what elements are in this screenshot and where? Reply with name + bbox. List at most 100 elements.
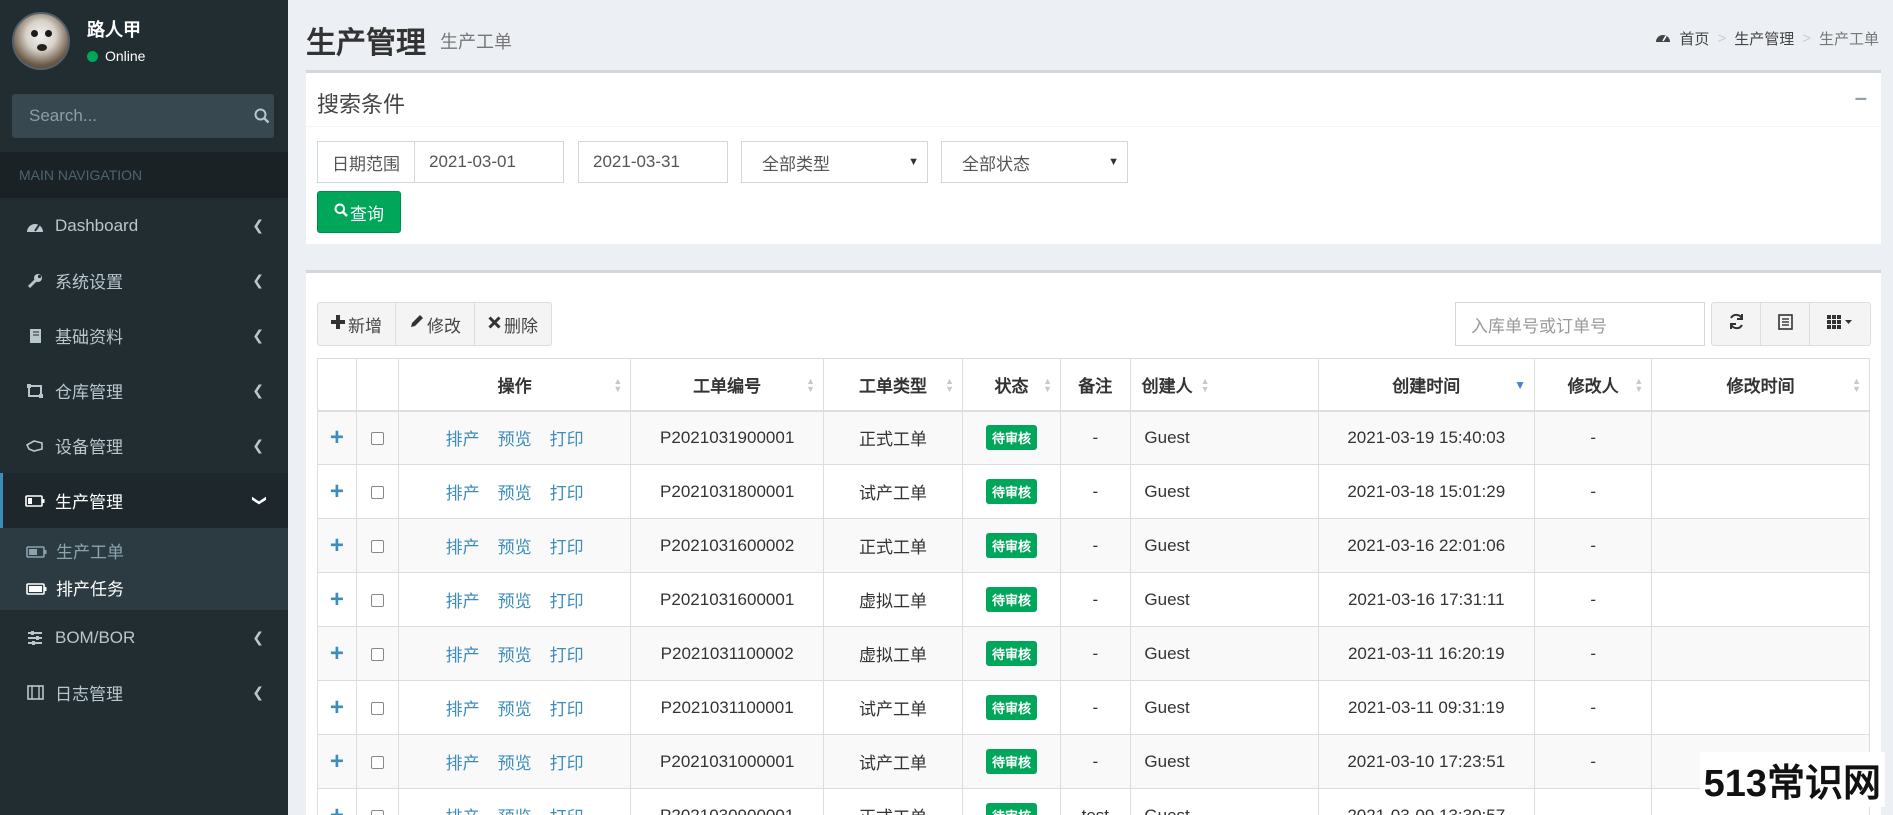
table-row[interactable]: + 排产 预览 打印 P2021031100001 试产工单 待审核 - Guest 2021-0… bbox=[317, 680, 1870, 735]
columns-button[interactable] bbox=[1809, 302, 1871, 346]
column-header-order-type[interactable]: 工单类型 ▲ ▼ bbox=[823, 358, 964, 412]
schedule-link[interactable]: 排产 bbox=[446, 754, 480, 773]
column-header-note[interactable]: 备注 bbox=[1059, 358, 1131, 412]
search-icon[interactable] bbox=[250, 94, 274, 138]
type-select[interactable]: 全部类型 ▼ bbox=[741, 141, 928, 183]
expand-plus-icon[interactable]: + bbox=[330, 694, 344, 721]
delete-button[interactable]: 删除 bbox=[474, 302, 552, 346]
column-header-modifier[interactable]: 修改人 ▲ ▼ bbox=[1533, 358, 1653, 412]
expand-cell[interactable]: + bbox=[317, 464, 357, 519]
table-row[interactable]: + 排产 预览 打印 P2021031600001 虚拟工单 待审核 - Guest 2021-0… bbox=[317, 572, 1870, 627]
column-header-modified-time[interactable]: 修改时间 ▲ ▼ bbox=[1651, 358, 1870, 412]
schedule-link[interactable]: 排产 bbox=[446, 646, 480, 665]
preview-link[interactable]: 预览 bbox=[498, 538, 532, 557]
table-row[interactable]: + 排产 预览 打印 P2021031000001 试产工单 待审核 - Guest 2021-0… bbox=[317, 734, 1870, 789]
table-row[interactable]: + 排产 预览 打印 P2021031800001 试产工单 待审核 - Guest 2021-0… bbox=[317, 464, 1870, 519]
expand-cell[interactable]: + bbox=[317, 734, 357, 789]
modifier-cell: - bbox=[1533, 734, 1653, 789]
query-button[interactable]: 查询 bbox=[317, 191, 401, 233]
add-button[interactable]: 新增 bbox=[317, 302, 396, 346]
column-header-actions[interactable]: 操作 ▲ ▼ bbox=[398, 358, 632, 412]
row-checkbox[interactable] bbox=[370, 701, 384, 715]
schedule-link[interactable]: 排产 bbox=[446, 700, 480, 719]
schedule-link[interactable]: 排产 bbox=[446, 808, 480, 815]
date-from-input[interactable]: 2021-03-01 bbox=[414, 141, 564, 183]
sidebar-item-warehouse[interactable]: 仓库管理 ❮ bbox=[0, 363, 288, 418]
expand-plus-icon[interactable]: + bbox=[330, 802, 344, 815]
preview-link[interactable]: 预览 bbox=[498, 808, 532, 815]
expand-plus-icon[interactable]: + bbox=[330, 532, 344, 559]
breadcrumb-section[interactable]: 生产管理 bbox=[1734, 28, 1794, 49]
print-link[interactable]: 打印 bbox=[550, 430, 584, 449]
collapse-icon[interactable]: – bbox=[1855, 85, 1867, 111]
column-header-order-id[interactable]: 工单编号 ▲ ▼ bbox=[630, 358, 825, 412]
page-title: 生产管理 bbox=[306, 27, 426, 60]
sidebar-item-bom[interactable]: BOM/BOR ❮ bbox=[0, 610, 288, 665]
sidebar-item-equipment[interactable]: 设备管理 ❮ bbox=[0, 418, 288, 473]
print-link[interactable]: 打印 bbox=[550, 484, 584, 503]
expand-cell[interactable]: + bbox=[317, 410, 357, 465]
breadcrumb-home[interactable]: 首页 bbox=[1679, 28, 1709, 49]
checkbox-cell bbox=[355, 572, 400, 627]
date-to-input[interactable]: 2021-03-31 bbox=[578, 141, 728, 183]
expand-plus-icon[interactable]: + bbox=[330, 640, 344, 667]
preview-link[interactable]: 预览 bbox=[498, 646, 532, 665]
edit-button[interactable]: 修改 bbox=[395, 302, 475, 346]
table-row[interactable]: + 排产 预览 打印 P2021031100002 虚拟工单 待审核 - Guest 2021-0… bbox=[317, 626, 1870, 681]
search-conditions-box: 搜索条件 – 日期范围 2021-03-01 2021-03-31 全部类型 ▼… bbox=[306, 70, 1881, 244]
row-checkbox[interactable] bbox=[370, 539, 384, 553]
table-row[interactable]: + 排产 预览 打印 P2021030900001正式工单待审核 testGuest202… bbox=[317, 788, 1870, 815]
sidebar-item-system[interactable]: 系统设置 ❮ bbox=[0, 253, 288, 308]
expand-cell[interactable]: + bbox=[317, 680, 357, 735]
expand-cell[interactable]: + bbox=[317, 626, 357, 681]
row-checkbox[interactable] bbox=[370, 485, 384, 499]
box-icon bbox=[25, 381, 45, 401]
sidebar-item-production[interactable]: 生产管理 ❮ bbox=[0, 473, 288, 528]
expand-plus-icon[interactable]: + bbox=[330, 478, 344, 505]
table-row[interactable]: + 排产 预览 打印 P2021031600002 正式工单 待审核 - Guest 2021-0… bbox=[317, 518, 1870, 573]
sidebar-item-label: BOM/BOR bbox=[55, 627, 136, 647]
print-link[interactable]: 打印 bbox=[550, 538, 584, 557]
expand-cell[interactable]: + bbox=[317, 572, 357, 627]
schedule-link[interactable]: 排产 bbox=[446, 538, 480, 557]
sidebar-item-logs[interactable]: 日志管理 ❮ bbox=[0, 665, 288, 720]
schedule-link[interactable]: 排产 bbox=[446, 484, 480, 503]
row-checkbox[interactable] bbox=[370, 755, 384, 769]
preview-link[interactable]: 预览 bbox=[498, 754, 532, 773]
expand-plus-icon[interactable]: + bbox=[330, 424, 344, 451]
expand-plus-icon[interactable]: + bbox=[330, 586, 344, 613]
status-select[interactable]: 全部状态 ▼ bbox=[941, 141, 1128, 183]
row-checkbox[interactable] bbox=[370, 593, 384, 607]
expand-plus-icon[interactable]: + bbox=[330, 748, 344, 775]
row-checkbox[interactable] bbox=[370, 809, 384, 815]
expand-cell[interactable]: + bbox=[317, 788, 357, 815]
row-checkbox[interactable] bbox=[370, 647, 384, 661]
print-link[interactable]: 打印 bbox=[550, 754, 584, 773]
order-search-input[interactable]: 入库单号或订单号 bbox=[1455, 302, 1705, 346]
column-header-created-time[interactable]: 创建时间 ▼ bbox=[1317, 358, 1536, 412]
print-link[interactable]: 打印 bbox=[550, 808, 584, 815]
refresh-button[interactable] bbox=[1711, 302, 1761, 346]
print-link[interactable]: 打印 bbox=[550, 592, 584, 611]
table-row[interactable]: + 排产 预览 打印 P2021031900001 正式工单 待审核 - Guest 2021-0… bbox=[317, 410, 1870, 465]
sidebar-item-basic-data[interactable]: 基础资料 ❮ bbox=[0, 308, 288, 363]
schedule-link[interactable]: 排产 bbox=[446, 430, 480, 449]
schedule-link[interactable]: 排产 bbox=[446, 592, 480, 611]
breadcrumb-current: 生产工单 bbox=[1818, 31, 1879, 48]
preview-link[interactable]: 预览 bbox=[498, 430, 532, 449]
submenu-item-work-order[interactable]: 生产工单 bbox=[0, 532, 288, 569]
preview-link[interactable]: 预览 bbox=[498, 484, 532, 503]
column-header-status[interactable]: 状态 ▲ ▼ bbox=[962, 358, 1061, 412]
row-checkbox[interactable] bbox=[370, 431, 384, 445]
print-link[interactable]: 打印 bbox=[550, 646, 584, 665]
print-link[interactable]: 打印 bbox=[550, 700, 584, 719]
sidebar-item-dashboard[interactable]: Dashboard ❮ bbox=[0, 198, 288, 253]
submenu-item-schedule-task[interactable]: 排产任务 bbox=[0, 569, 288, 606]
toggle-view-button[interactable] bbox=[1760, 302, 1810, 346]
sidebar-search-input[interactable] bbox=[12, 106, 250, 126]
column-header-creator[interactable]: 创建人 ▲ ▼ bbox=[1129, 358, 1319, 412]
preview-link[interactable]: 预览 bbox=[498, 592, 532, 611]
avatar[interactable] bbox=[12, 12, 70, 70]
expand-cell[interactable]: + bbox=[317, 518, 357, 573]
preview-link[interactable]: 预览 bbox=[498, 700, 532, 719]
